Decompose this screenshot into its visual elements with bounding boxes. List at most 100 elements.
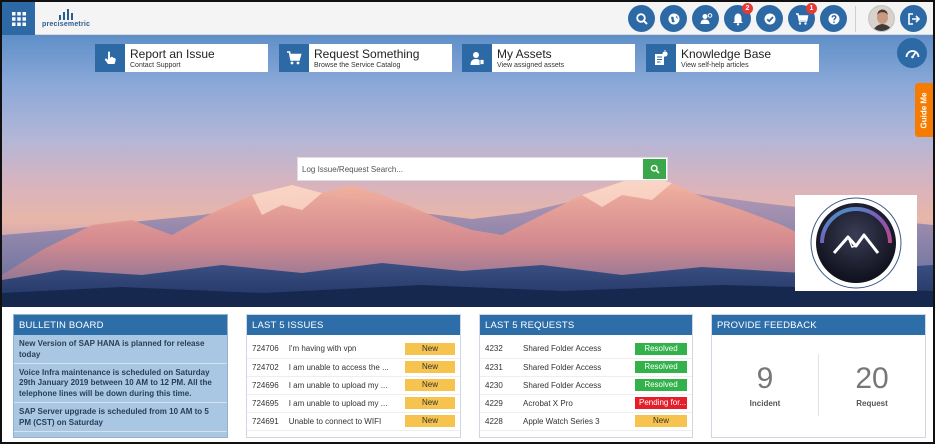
logout-icon [907, 12, 920, 25]
request-row[interactable]: 4229 Acrobat X Pro Pending for... [480, 394, 692, 412]
feedback-stats: 9 Incident 20 Request [712, 335, 925, 435]
request-id: 4229 [485, 398, 503, 408]
grid-icon [11, 11, 26, 26]
bell-icon [732, 13, 743, 25]
hero-banner: Report an Issue Contact Support Request … [2, 35, 933, 307]
approval-icon [764, 13, 775, 24]
header-divider [855, 5, 856, 32]
request-text: Shared Folder Access [523, 380, 602, 390]
request-id: 4232 [485, 344, 503, 354]
request-text: Apple Watch Series 3 [523, 416, 600, 426]
request-id: 4228 [485, 416, 503, 426]
issue-text: I am unable to access the ... [288, 362, 389, 372]
quick-link-request-something[interactable]: Request Something Browse the Service Cat… [279, 44, 452, 72]
request-row[interactable]: 4230 Shared Folder Access Resolved [480, 376, 692, 394]
guide-me-tab[interactable]: Guide Me [915, 83, 933, 137]
last-requests-panel: LAST 5 REQUESTS 4232 Shared Folder Access… [479, 314, 693, 438]
panel-title: PROVIDE FEEDBACK [712, 315, 925, 335]
logout-button[interactable] [900, 5, 927, 32]
search-input[interactable] [298, 164, 643, 174]
top-bar: precisemetric 2 1 [2, 2, 933, 35]
quick-link-my-assets[interactable]: My Assets View assigned assets [462, 44, 635, 72]
request-row[interactable]: 4228 Apple Watch Series 3 New [480, 412, 692, 430]
issue-text: I'm having with vpn [288, 344, 357, 354]
last-issues-panel: LAST 5 ISSUES 724706 I'm having with vpn N… [246, 314, 461, 438]
quick-link-knowledge-base[interactable]: Knowledge Base View self-help articles [646, 44, 819, 72]
logo-text: precisemetric [42, 21, 91, 28]
issue-row[interactable]: 724696 I am unable to upload my ... New [247, 376, 460, 394]
request-feedback[interactable]: 20 Request [819, 362, 925, 408]
quick-link-title: Request Something [314, 46, 420, 61]
quick-link-subtitle: Browse the Service Catalog [314, 61, 401, 69]
feedback-panel: PROVIDE FEEDBACK 9 Incident 20 Request [711, 314, 926, 438]
panel-title: LAST 5 ISSUES [247, 315, 460, 335]
user-asset-icon [462, 44, 492, 72]
search-submit-button[interactable] [643, 159, 666, 179]
status-badge: Resolved [635, 342, 687, 355]
bulletin-board-panel: BULLETIN BOARD New Version of SAP HANA i… [13, 314, 228, 438]
cart-icon [279, 44, 309, 72]
request-count: 20 [855, 362, 889, 395]
panel-title: BULLETIN BOARD [14, 315, 227, 335]
search-icon [635, 12, 648, 25]
panel-title: LAST 5 REQUESTS [480, 315, 692, 335]
issue-id: 724706 [252, 344, 279, 354]
bulletin-item[interactable]: New Version of SAP HANA is planned for r… [14, 335, 227, 364]
request-id: 4231 [485, 362, 503, 372]
search-icon [650, 164, 660, 174]
hand-pointer-icon [95, 44, 125, 72]
logo-bars-icon [59, 9, 74, 20]
issue-text: I am unable to upload my ... [288, 380, 388, 390]
app-frame: precisemetric 2 1 Report an Issue Contac… [0, 0, 935, 444]
issues-table: 724706 I'm having with vpn New 724702 I am … [247, 340, 460, 431]
quick-link-report-issue[interactable]: Report an Issue Contact Support [95, 44, 268, 72]
issue-id: 724702 [252, 362, 279, 372]
notifications-button[interactable]: 2 [724, 3, 753, 32]
user-settings-button[interactable] [692, 5, 719, 32]
knowledge-icon [646, 44, 676, 72]
issue-id: 724695 [252, 398, 279, 408]
apps-menu-button[interactable] [2, 2, 35, 35]
request-text: Acrobat X Pro [523, 398, 573, 408]
approvals-button[interactable] [756, 5, 783, 32]
dashboard-button[interactable] [897, 38, 927, 68]
issue-text: Unable to connect to WIFI [288, 416, 382, 426]
user-settings-icon [700, 12, 712, 24]
bulletin-item[interactable]: Voice Infra maintenance is scheduled on … [14, 364, 227, 403]
issue-row[interactable]: 724706 I'm having with vpn New [247, 340, 460, 358]
status-badge: New [405, 342, 455, 355]
quick-link-subtitle: View assigned assets [497, 61, 565, 69]
incident-count: 9 [756, 362, 774, 395]
status-badge: New [405, 415, 455, 427]
status-badge: Resolved [635, 379, 687, 391]
status-badge: New [405, 379, 455, 391]
search-button[interactable] [628, 5, 655, 32]
status-badge: Resolved [635, 361, 687, 373]
notifications-badge: 2 [742, 3, 753, 14]
user-photo [869, 6, 894, 31]
quick-link-title: Report an Issue [130, 46, 215, 61]
globe-button[interactable] [660, 5, 687, 32]
virtual-agent-card[interactable] [795, 195, 917, 291]
search-bar [297, 157, 668, 181]
cart-button[interactable]: 1 [788, 3, 817, 32]
globe-icon [668, 13, 679, 24]
issue-row[interactable]: 724702 I am unable to access the ... New [247, 358, 460, 376]
request-id: 4230 [485, 380, 503, 390]
incident-feedback[interactable]: 9 Incident [712, 362, 818, 408]
issue-row[interactable]: 724691 Unable to connect to WIFI New [247, 412, 460, 430]
issue-id: 724696 [252, 380, 279, 390]
user-avatar[interactable] [868, 5, 895, 32]
issue-row[interactable]: 724695 I am unable to upload my ... New [247, 394, 460, 412]
request-row[interactable]: 4231 Shared Folder Access Resolved [480, 358, 692, 376]
quick-link-title: Knowledge Base [681, 46, 772, 61]
request-row[interactable]: 4232 Shared Folder Access Resolved [480, 340, 692, 358]
quick-link-subtitle: Contact Support [130, 61, 181, 69]
guide-me-label: Guide Me [919, 91, 929, 129]
issue-text: I am unable to upload my ... [288, 398, 388, 408]
bulletin-item[interactable]: SAP Server upgrade is scheduled from 10 … [14, 403, 227, 432]
brand-logo[interactable]: precisemetric [42, 9, 90, 28]
request-text: Shared Folder Access [523, 344, 602, 354]
help-button[interactable] [820, 5, 847, 32]
header-actions: 2 1 [623, 3, 927, 32]
